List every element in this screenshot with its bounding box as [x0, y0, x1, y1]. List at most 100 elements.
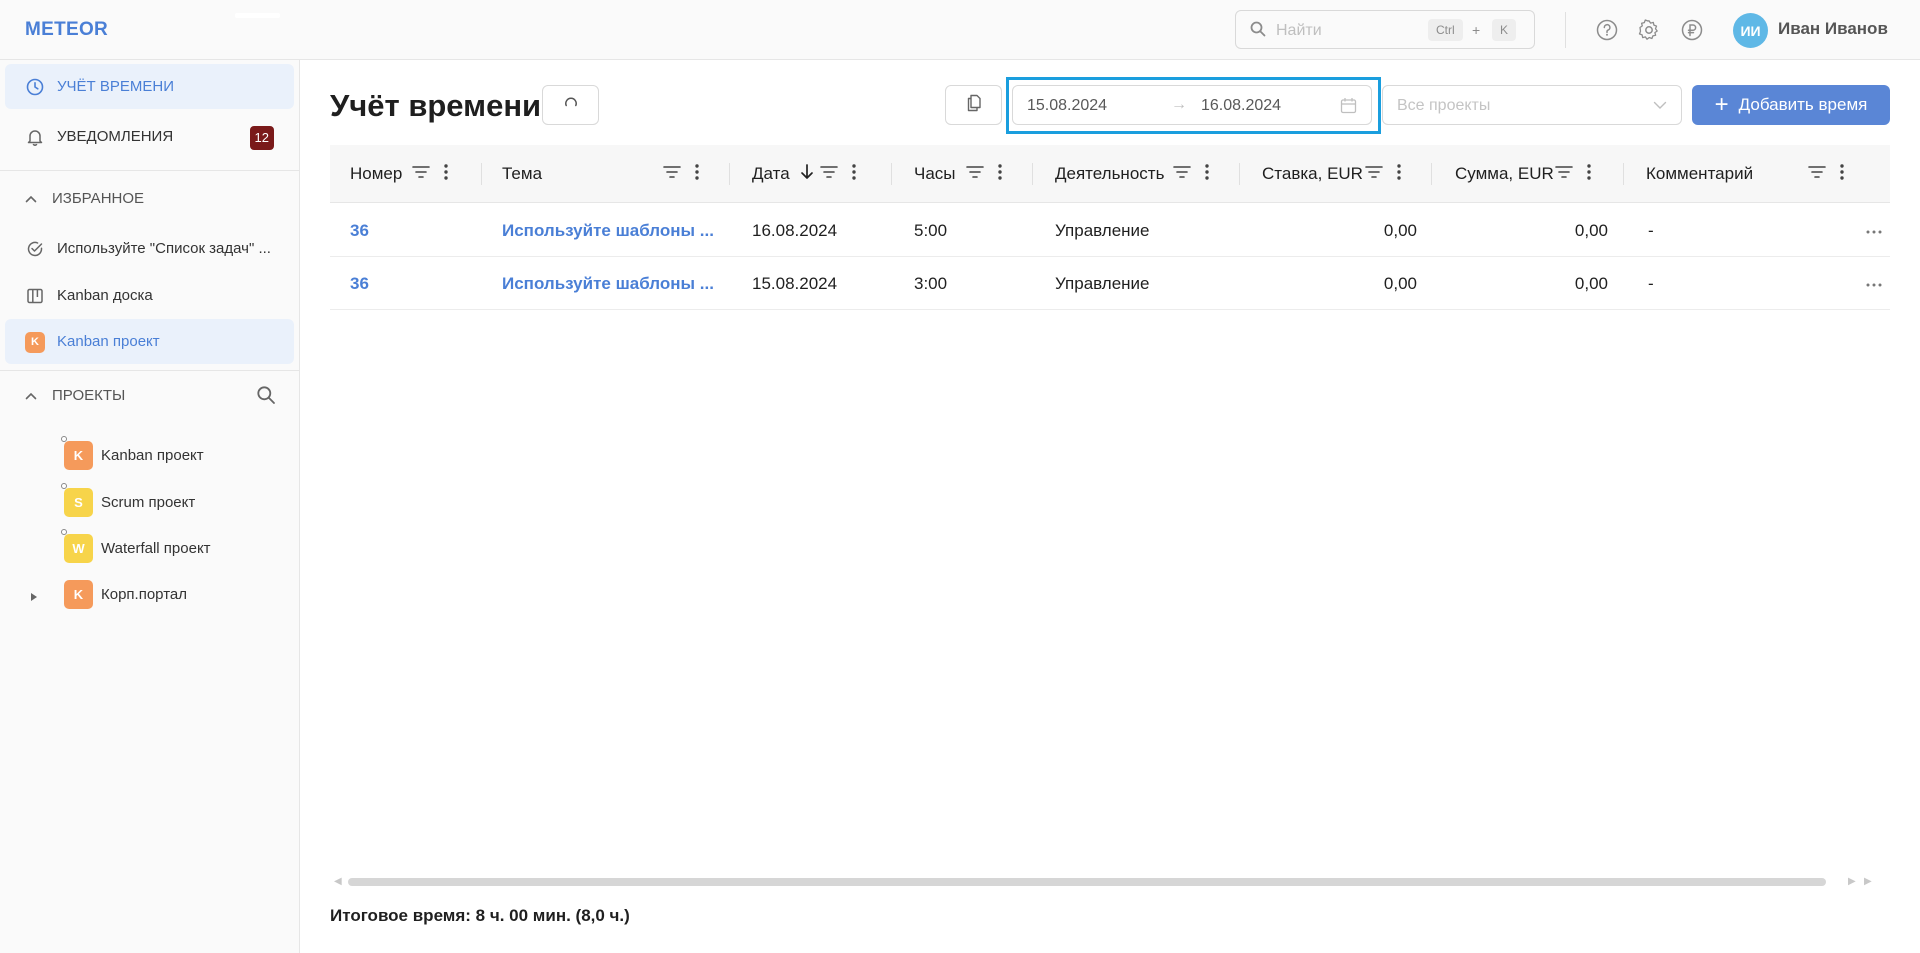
cell-sum: 0,00	[1574, 274, 1608, 293]
project-item-kanban[interactable]: K Kanban проект	[64, 440, 204, 470]
column-tools	[663, 164, 699, 185]
more-vertical-icon[interactable]	[852, 164, 856, 185]
column-header-hours[interactable]: Часы	[914, 145, 956, 203]
favorite-item-task-list[interactable]: Используйте "Список задач" ...	[5, 226, 294, 271]
projects-section-header[interactable]: Проекты	[25, 387, 125, 404]
global-search[interactable]: Найти Ctrl + K	[1235, 10, 1535, 49]
cell-number[interactable]: 36	[350, 205, 369, 257]
arrow-right-icon: →	[1171, 96, 1187, 113]
calendar-icon[interactable]	[1340, 97, 1357, 119]
sidebar-divider	[0, 170, 300, 171]
date-to-input[interactable]: 16.08.2024	[1201, 97, 1281, 115]
column-separator[interactable]	[891, 163, 892, 185]
caret-right-icon[interactable]	[30, 589, 38, 607]
chevron-down-icon	[1653, 98, 1667, 117]
column-header-number[interactable]: Номер	[350, 145, 402, 203]
sidebar-item-label: Учёт времени	[57, 78, 174, 95]
filter-icon[interactable]	[966, 164, 984, 185]
favorite-item-kanban-board[interactable]: Kanban доска	[5, 273, 294, 318]
more-vertical-icon[interactable]	[695, 164, 699, 185]
project-item-waterfall[interactable]: W Waterfall проект	[64, 533, 211, 563]
column-header-topic[interactable]: Тема	[502, 145, 542, 203]
sidebar-item-notifications[interactable]: Уведомления 12	[5, 114, 294, 159]
more-horizontal-icon[interactable]	[1866, 221, 1882, 239]
sidebar: Учёт времени Уведомления 12 Избранное Ис…	[0, 60, 300, 953]
sidebar-item-label: Уведомления	[57, 128, 174, 145]
filter-icon[interactable]	[820, 164, 838, 185]
projects-filter-placeholder: Все проекты	[1397, 97, 1491, 114]
column-separator[interactable]	[481, 163, 482, 185]
bell-icon	[25, 127, 45, 147]
column-tools	[966, 164, 1002, 185]
project-badge: K	[25, 331, 45, 353]
date-from-input[interactable]: 15.08.2024	[1027, 97, 1107, 115]
project-badge-k: K	[64, 440, 93, 470]
filter-icon[interactable]	[412, 164, 430, 185]
cell-date: 16.08.2024	[752, 221, 838, 240]
ruble-icon[interactable]	[1679, 17, 1705, 43]
date-range-picker[interactable]: 15.08.2024 → 16.08.2024	[1012, 85, 1372, 125]
more-vertical-icon[interactable]	[1205, 164, 1209, 185]
sort-descending-icon[interactable]	[800, 164, 814, 185]
table-row[interactable]: 36 Используйте шаблоны ... 15.08.2024 3:…	[330, 258, 1890, 310]
horizontal-scrollbar[interactable]: ◀ ▶ ▶	[330, 876, 1890, 888]
avatar[interactable]: ИИ	[1733, 13, 1768, 48]
column-separator[interactable]	[1239, 163, 1240, 185]
favorites-section-header[interactable]: Избранное	[25, 190, 144, 207]
cell-date: 15.08.2024	[752, 274, 838, 293]
more-vertical-icon[interactable]	[1587, 164, 1591, 185]
column-separator[interactable]	[1431, 163, 1432, 185]
app-logo[interactable]: METEOR	[25, 19, 108, 41]
gear-icon[interactable]	[1636, 17, 1662, 43]
filter-icon[interactable]	[1555, 164, 1573, 185]
more-vertical-icon[interactable]	[998, 164, 1002, 185]
cell-number[interactable]: 36	[350, 258, 369, 310]
column-title: Тема	[502, 164, 543, 183]
project-item-corp-portal[interactable]: K Корп.портал	[64, 579, 187, 609]
cell-topic[interactable]: Используйте шаблоны ...	[502, 205, 714, 257]
filter-icon[interactable]	[663, 164, 681, 185]
search-placeholder: Найти	[1276, 22, 1322, 39]
cell-comment: -	[1648, 221, 1654, 240]
more-vertical-icon[interactable]	[444, 164, 448, 185]
search-icon[interactable]	[256, 385, 276, 410]
column-header-sum[interactable]: Сумма, EUR	[1455, 145, 1554, 203]
sidebar-item-time-tracking[interactable]: Учёт времени	[5, 64, 294, 109]
column-separator[interactable]	[729, 163, 730, 185]
project-item-scrum[interactable]: S Scrum проект	[64, 487, 195, 517]
filter-icon[interactable]	[1365, 164, 1383, 185]
scroll-right-icon[interactable]: ▶	[1848, 876, 1856, 888]
more-horizontal-icon[interactable]	[1866, 274, 1882, 292]
scrollbar-thumb[interactable]	[348, 878, 1826, 886]
project-item-label: Scrum проект	[101, 493, 196, 511]
column-header-activity[interactable]: Деятельность	[1055, 145, 1164, 203]
more-vertical-icon[interactable]	[1840, 164, 1844, 185]
export-button[interactable]	[945, 85, 1002, 125]
refresh-button[interactable]	[542, 85, 599, 125]
column-header-comment[interactable]: Комментарий	[1646, 145, 1753, 203]
favorite-item-kanban-project[interactable]: K Kanban проект	[5, 319, 294, 364]
filter-icon[interactable]	[1808, 164, 1826, 185]
column-separator[interactable]	[1623, 163, 1624, 185]
filter-icon[interactable]	[1173, 164, 1191, 185]
table-row[interactable]: 36 Используйте шаблоны ... 16.08.2024 5:…	[330, 205, 1890, 257]
column-title: Ставка, EUR	[1262, 164, 1363, 183]
add-time-button[interactable]: + Добавить время	[1692, 85, 1890, 125]
check-circle-icon	[25, 239, 45, 259]
chevron-up-icon	[25, 387, 37, 404]
favorite-item-label: Используйте "Список задач" ...	[57, 240, 271, 257]
column-header-date[interactable]: Дата	[752, 145, 790, 203]
help-icon[interactable]	[1594, 17, 1620, 43]
cell-hours: 3:00	[914, 274, 948, 293]
cell-hours: 5:00	[914, 221, 948, 240]
projects-filter-select[interactable]: Все проекты	[1382, 85, 1682, 125]
cell-topic[interactable]: Используйте шаблоны ...	[502, 258, 714, 310]
column-header-rate[interactable]: Ставка, EUR	[1262, 145, 1363, 203]
scroll-end-icon[interactable]: ▶	[1864, 876, 1872, 888]
column-separator[interactable]	[1032, 163, 1033, 185]
cell-activity: Управление	[1055, 274, 1150, 293]
scroll-left-icon[interactable]: ◀	[334, 876, 342, 888]
more-vertical-icon[interactable]	[1397, 164, 1401, 185]
project-item-label: Корп.портал	[101, 585, 187, 603]
user-name[interactable]: Иван Иванов	[1778, 19, 1888, 39]
